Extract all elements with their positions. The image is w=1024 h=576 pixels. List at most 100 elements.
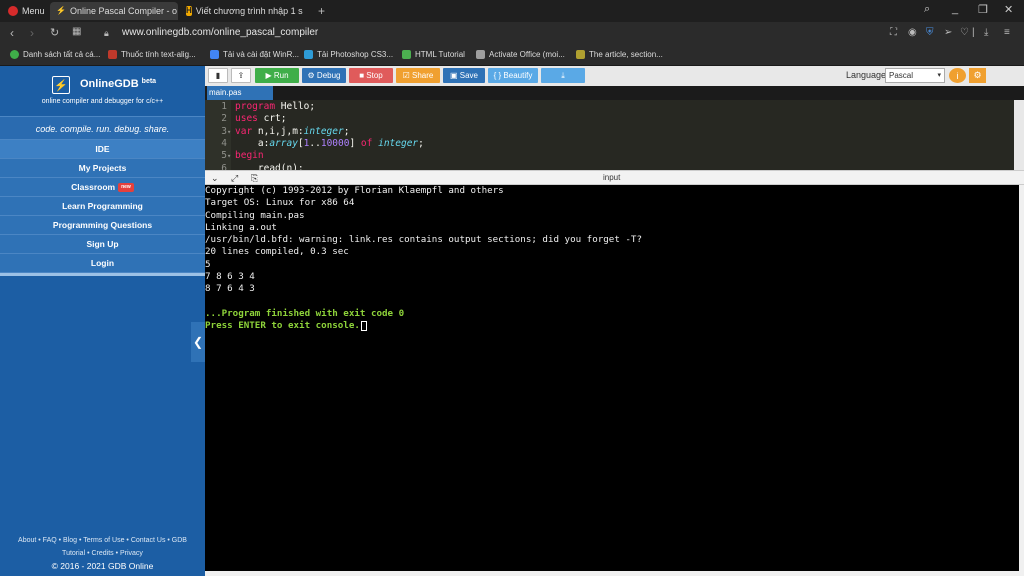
- sidebar-item-my-projects[interactable]: My Projects: [0, 159, 205, 178]
- code-editor[interactable]: 1 program Hello; 2 uses crt; 3▾ var n,i,j,m:i…: [205, 100, 1024, 170]
- tab-online-pascal-compiler[interactable]: ⚡ Online Pascal Compiler - o ✕: [50, 2, 178, 20]
- bookmark-item[interactable]: Tải Photoshop CS3...: [304, 50, 393, 59]
- opera-menu-button[interactable]: Menu: [2, 2, 51, 20]
- menu-icon[interactable]: ≡: [1004, 27, 1010, 38]
- send-icon[interactable]: ➢: [944, 27, 952, 38]
- debug-button[interactable]: ⚙ Debug: [302, 68, 346, 83]
- new-tab-button[interactable]: +: [312, 2, 331, 20]
- shield-icon[interactable]: ⛨: [926, 27, 934, 38]
- download-button[interactable]: ⤓: [541, 68, 585, 83]
- bookmark-item[interactable]: Tải và cài đặt WinR...: [210, 50, 299, 59]
- code-line[interactable]: 1 program Hello;: [205, 101, 315, 113]
- tab-viet-chuong-trinh[interactable]: H Viết chương trình nhập 1 s ✕: [180, 2, 310, 20]
- footer-links[interactable]: Tutorial • Credits • Privacy: [0, 547, 205, 560]
- divider: [0, 273, 205, 276]
- language-value: Pascal: [889, 71, 914, 80]
- run-button[interactable]: ▶ Run: [255, 68, 299, 83]
- logo-area[interactable]: ⚡ OnlineGDB beta online compiler and debu…: [0, 66, 205, 116]
- copy-icon[interactable]: ⎘: [251, 173, 258, 184]
- editor-scrollbar[interactable]: [1014, 100, 1024, 170]
- sidebar-item-programming-questions[interactable]: Programming Questions: [0, 216, 205, 235]
- upload-button[interactable]: ⇪: [231, 68, 251, 83]
- console-line: 7 8 6 3 4: [205, 271, 255, 283]
- beautify-button[interactable]: { } Beautify: [488, 68, 538, 83]
- code-text: read(n);: [235, 162, 304, 171]
- lock-icon: 🔒︎: [104, 28, 109, 38]
- line-number: 4: [221, 137, 227, 149]
- reload-icon[interactable]: ↻: [50, 26, 59, 39]
- beta-label: beta: [141, 78, 157, 85]
- console-line: Linking a.out: [205, 221, 277, 233]
- bookmark-item[interactable]: Thuốc tính text-alig...: [108, 50, 196, 59]
- sidebar: ⚡ OnlineGDB beta online compiler and debu…: [0, 66, 205, 576]
- line-number: 3: [221, 125, 227, 137]
- sidebar-item-classroom[interactable]: Classroom new: [0, 178, 205, 197]
- code-line[interactable]: 6 read(n);: [205, 162, 304, 171]
- extension-icon[interactable]: ⛶: [890, 27, 897, 38]
- share-button[interactable]: ☑ Share: [396, 68, 440, 83]
- close-window-icon[interactable]: ✕: [1004, 3, 1013, 16]
- line-number: 1: [221, 101, 227, 112]
- bookmark-item[interactable]: The article, section...: [576, 50, 663, 59]
- bookmark-item[interactable]: HTML Tutorial: [402, 50, 465, 59]
- sidebar-item-learn-programming[interactable]: Learn Programming: [0, 197, 205, 216]
- sidebar-item-ide[interactable]: IDE: [0, 140, 205, 159]
- search-icon[interactable]: ⌕: [924, 3, 930, 16]
- save-label: ▣ Save: [449, 71, 478, 80]
- footer-links[interactable]: About • FAQ • Blog • Terms of Use • Cont…: [0, 534, 205, 547]
- plus-icon: +: [318, 4, 326, 18]
- brand-text: OnlineGDB: [80, 78, 139, 90]
- menu-label: Menu: [22, 6, 45, 16]
- bookmark-label: HTML Tutorial: [415, 50, 465, 59]
- tagline: code. compile. run. debug. share.: [0, 116, 205, 140]
- camera-icon[interactable]: ◉: [908, 27, 917, 38]
- url-field[interactable]: www.onlinegdb.com/online_pascal_compiler: [122, 27, 318, 38]
- tab-label: Online Pascal Compiler - o: [69, 6, 178, 16]
- run-label: ▶ Run: [265, 71, 289, 80]
- sidebar-item-login[interactable]: Login: [0, 254, 205, 273]
- file-tabs: main.pas: [205, 86, 1024, 100]
- restore-icon[interactable]: ❐: [978, 3, 988, 16]
- heart-icon[interactable]: ♡: [960, 27, 969, 38]
- fold-arrow-icon[interactable]: ▾: [227, 150, 235, 162]
- file-tab-main-pas[interactable]: main.pas: [207, 86, 273, 100]
- back-icon[interactable]: ‹: [10, 26, 14, 40]
- console-output[interactable]: Copyright (c) 1993-2012 by Florian Klaem…: [205, 185, 1019, 571]
- code-text: program Hello;: [235, 101, 316, 112]
- tabs-grid-icon[interactable]: ▦: [72, 26, 81, 37]
- expand-icon[interactable]: ⤢: [231, 173, 238, 184]
- bookmark-label: Danh sách tất cả cá...: [23, 50, 101, 59]
- code-line[interactable]: 4 a:array[1..10000] of integer;: [205, 138, 424, 150]
- exit-message: ...Program finished with exit code 0: [205, 307, 405, 319]
- stop-label: ■ Stop: [359, 71, 383, 80]
- bookmark-label: Tải và cài đặt WinR...: [223, 50, 300, 59]
- settings-button[interactable]: ⚙: [969, 68, 986, 83]
- sidebar-footer: About • FAQ • Blog • Terms of Use • Cont…: [0, 534, 205, 576]
- download-icon: ⤓: [561, 70, 565, 80]
- console-line: 5: [205, 258, 211, 270]
- fold-arrow-icon[interactable]: ▾: [227, 126, 235, 138]
- console-scrollbar[interactable]: [1019, 185, 1024, 576]
- info-button[interactable]: i: [949, 68, 966, 83]
- horizontal-scrollbar[interactable]: [205, 571, 1019, 576]
- tab-label: Viết chương trình nhập 1 s: [195, 6, 303, 16]
- code-line[interactable]: 5▾ begin: [205, 150, 263, 162]
- language-select[interactable]: Pascal ▾: [885, 68, 945, 83]
- code-line[interactable]: 3▾ var n,i,j,m:integer;: [205, 126, 349, 138]
- collapse-sidebar-button[interactable]: ❮: [191, 322, 205, 362]
- console-line: 20 lines compiled, 0.3 sec: [205, 246, 349, 258]
- forward-icon[interactable]: ›: [30, 26, 34, 40]
- sidebar-item-sign-up[interactable]: Sign Up: [0, 235, 205, 254]
- bookmark-item[interactable]: Danh sách tất cả cá...: [10, 50, 100, 59]
- bookmark-item[interactable]: Activate Office (moi...: [476, 50, 565, 59]
- console-line: /usr/bin/ld.bfd: warning: link.res conta…: [205, 234, 642, 246]
- new-file-button[interactable]: ▮: [208, 68, 228, 83]
- download-icon[interactable]: ⤓: [984, 27, 988, 38]
- chevron-down-icon[interactable]: ⌄: [211, 173, 219, 184]
- code-line[interactable]: 2 uses crt;: [205, 113, 286, 125]
- nav-label: Classroom: [71, 182, 116, 192]
- save-button[interactable]: ▣ Save: [443, 68, 485, 83]
- minimize-icon[interactable]: _: [952, 3, 958, 15]
- stop-button[interactable]: ■ Stop: [349, 68, 393, 83]
